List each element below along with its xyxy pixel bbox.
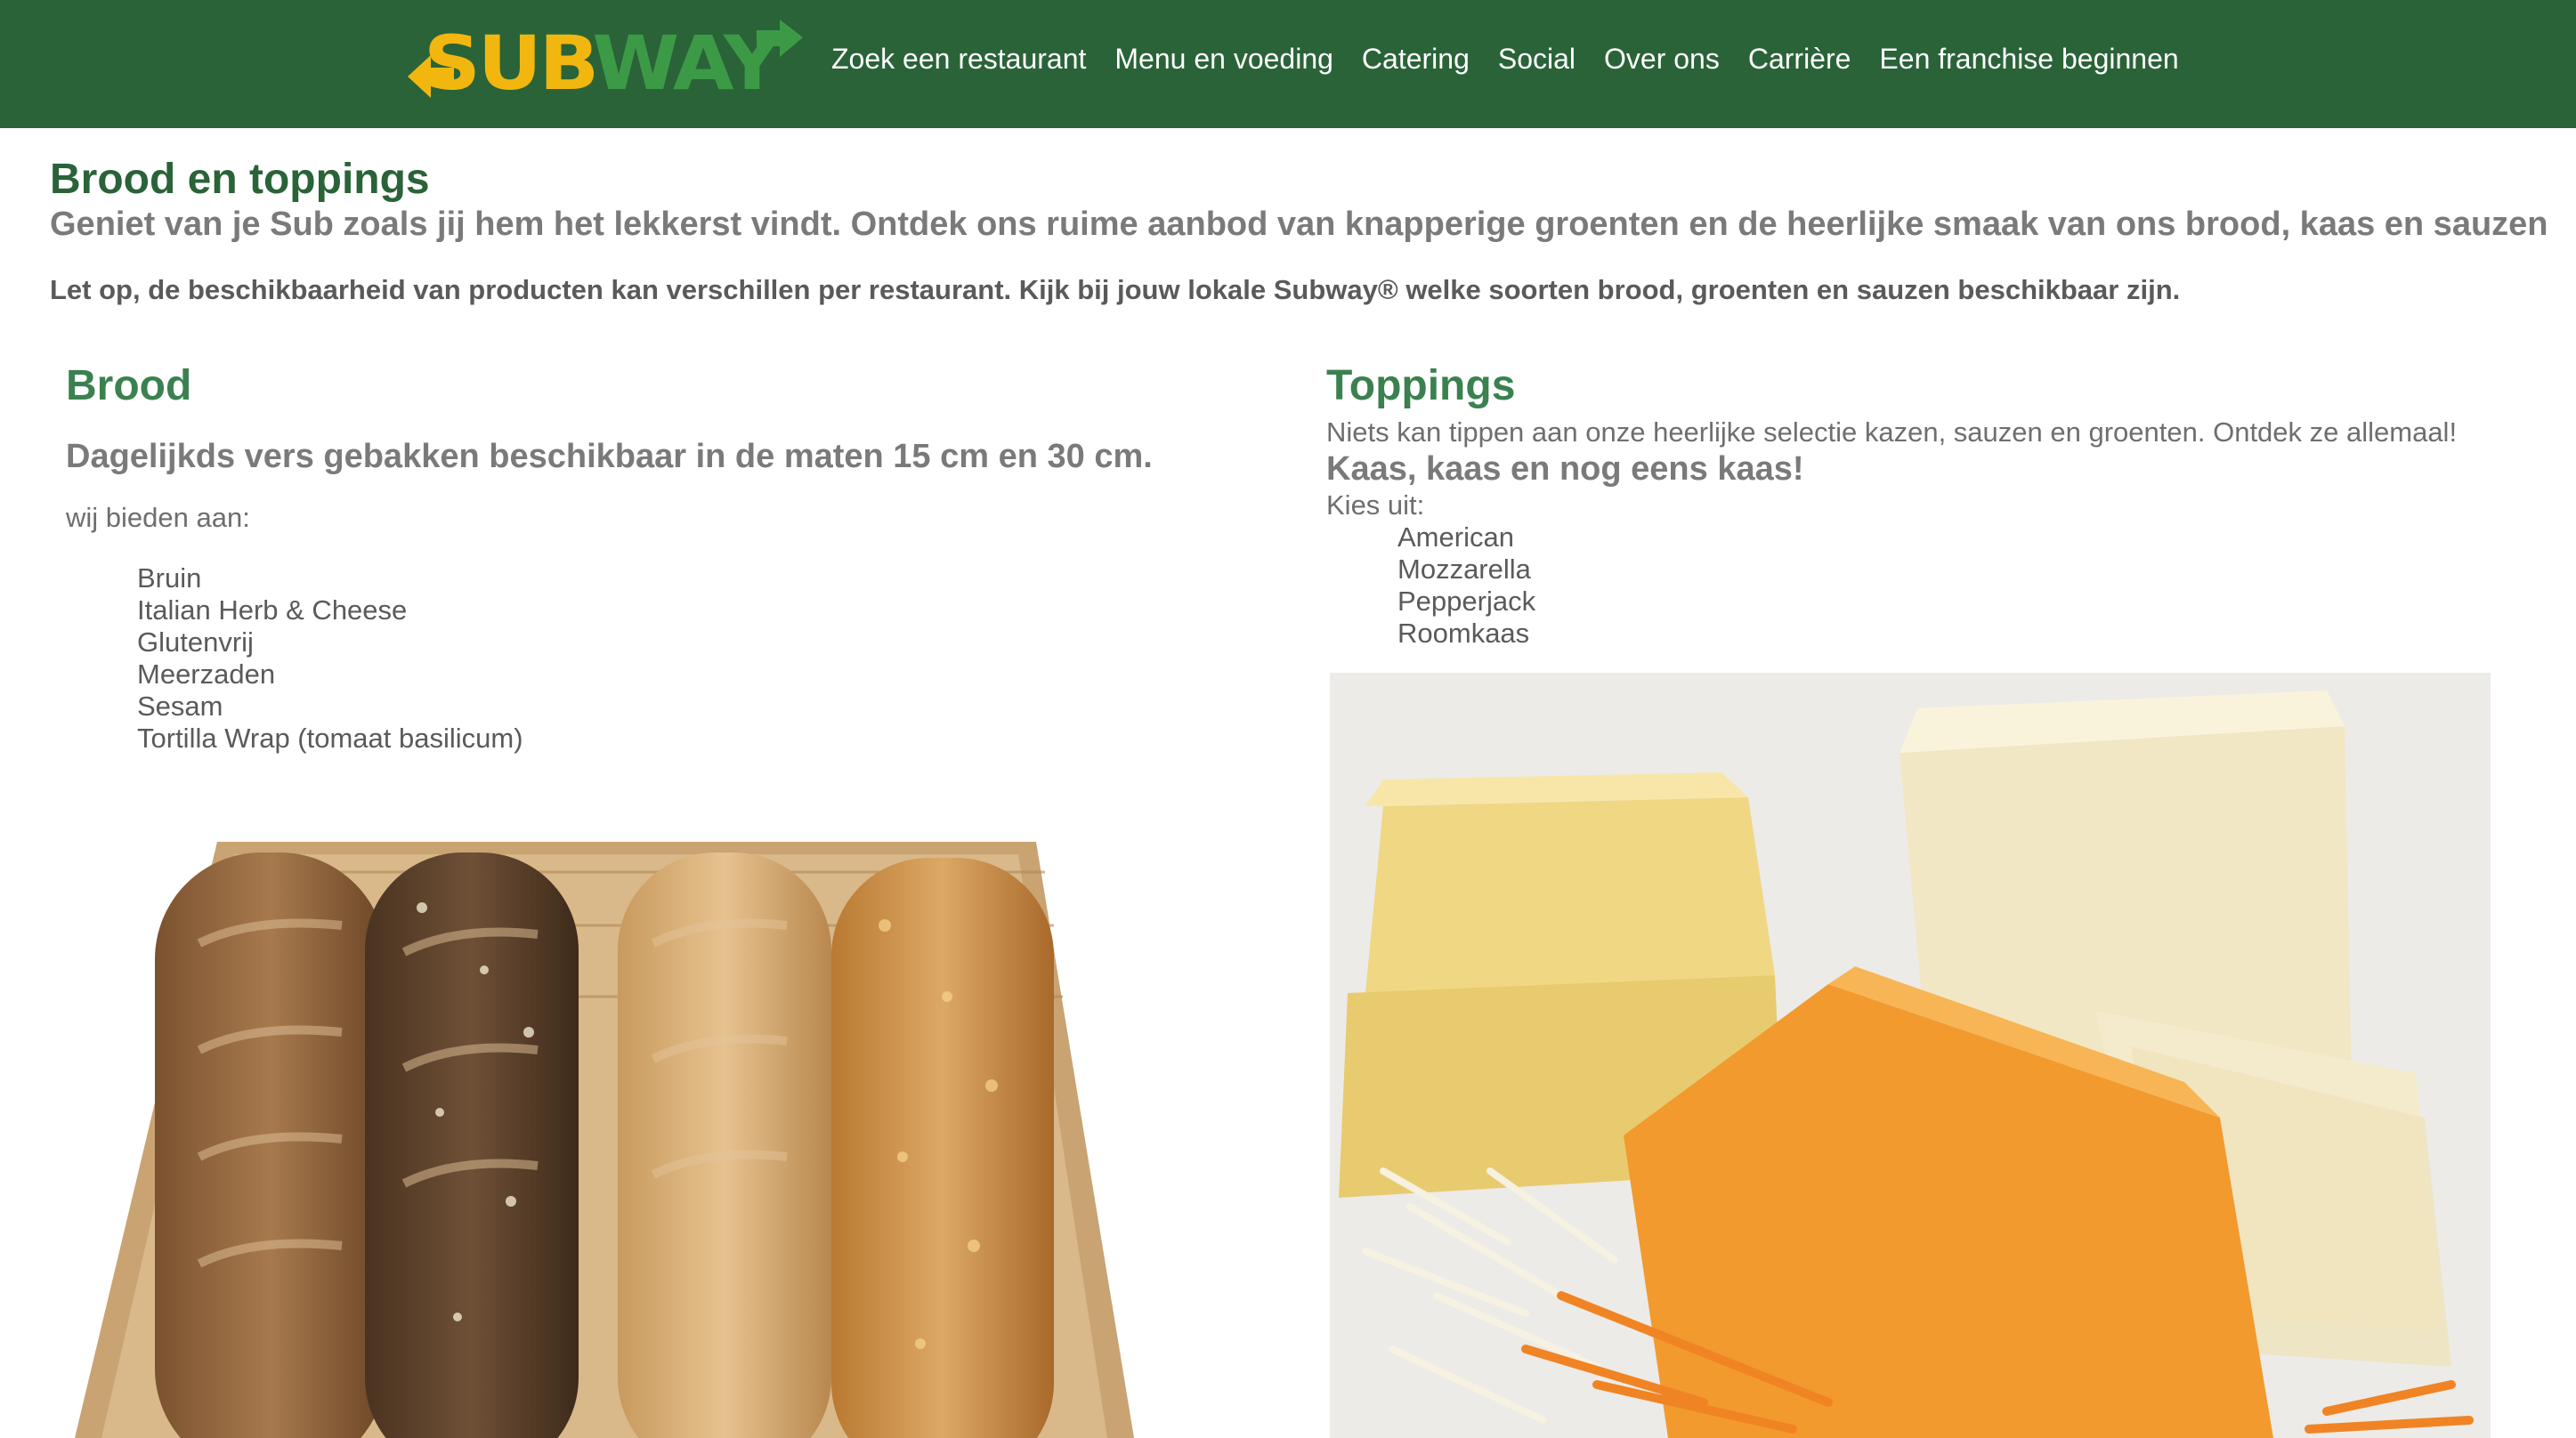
toppings-intro: Niets kan tippen aan onze heerlijke sele… — [1326, 416, 2458, 448]
nav-social[interactable]: Social — [1498, 39, 1576, 78]
bread-list: Bruin Italian Herb & Cheese Glutenvrij M… — [66, 562, 1223, 755]
bread-section: Brood Dagelijkds vers gebakken beschikba… — [66, 356, 1223, 755]
cheese-list: American Mozzarella Pepperjack Roomkaas — [1326, 521, 2555, 650]
bread-list-item: Meerzaden — [137, 658, 276, 690]
cheese-list-item: Roomkaas — [1397, 618, 1530, 649]
cheese-list-item: Pepperjack — [1397, 586, 1536, 617]
bread-list-item: Bruin — [137, 562, 202, 594]
offer-label: wij bieden aan: — [66, 502, 250, 533]
bread-title: Brood — [66, 362, 192, 409]
availability-notice: Let op, de beschikbaarheid van producten… — [50, 274, 2181, 305]
bread-list-item: Tortilla Wrap (tomaat basilicum) — [137, 723, 523, 754]
bread-list-item: Glutenvrij — [137, 626, 254, 658]
bread-list-item: Sesam — [137, 691, 223, 722]
choose-label: Kies uit: — [1326, 489, 1425, 521]
nav-catering[interactable]: Catering — [1362, 39, 1470, 78]
page-title: Brood en toppings — [50, 156, 430, 203]
bread-basket-photo — [75, 842, 1134, 1438]
toppings-title: Toppings — [1326, 362, 1516, 409]
page-subtitle: Geniet van je Sub zoals jij hem het lekk… — [50, 206, 2548, 243]
cheese-list-item: American — [1397, 521, 1514, 553]
cheese-list-item: Mozzarella — [1397, 553, 1531, 585]
cheese-heading: Kaas, kaas en nog eens kaas! — [1326, 450, 1804, 488]
nav-menu-nutrition[interactable]: Menu en voeding — [1114, 39, 1333, 78]
bread-lead: Dagelijkds vers gebakken beschikbaar in … — [66, 438, 1153, 475]
cheese-photo — [1330, 673, 2491, 1438]
top-navigation-bar: SUB WAY Zoek een restaurant Menu en voedi… — [0, 0, 2576, 128]
bread-list-item: Italian Herb & Cheese — [137, 594, 408, 626]
logo-wordmark: SUB WAY — [424, 20, 782, 101]
nav-find-restaurant[interactable]: Zoek een restaurant — [831, 39, 1086, 78]
nav-about-us[interactable]: Over ons — [1604, 39, 1720, 78]
nav-start-franchise[interactable]: Een franchise beginnen — [1879, 39, 2178, 78]
subway-logo[interactable]: SUB WAY — [408, 20, 803, 101]
nav-careers[interactable]: Carrière — [1748, 39, 1851, 78]
toppings-section: Toppings Niets kan tippen aan onze heerl… — [1326, 356, 2555, 650]
main-nav: Zoek een restaurant Menu en voeding Cate… — [831, 39, 2207, 78]
